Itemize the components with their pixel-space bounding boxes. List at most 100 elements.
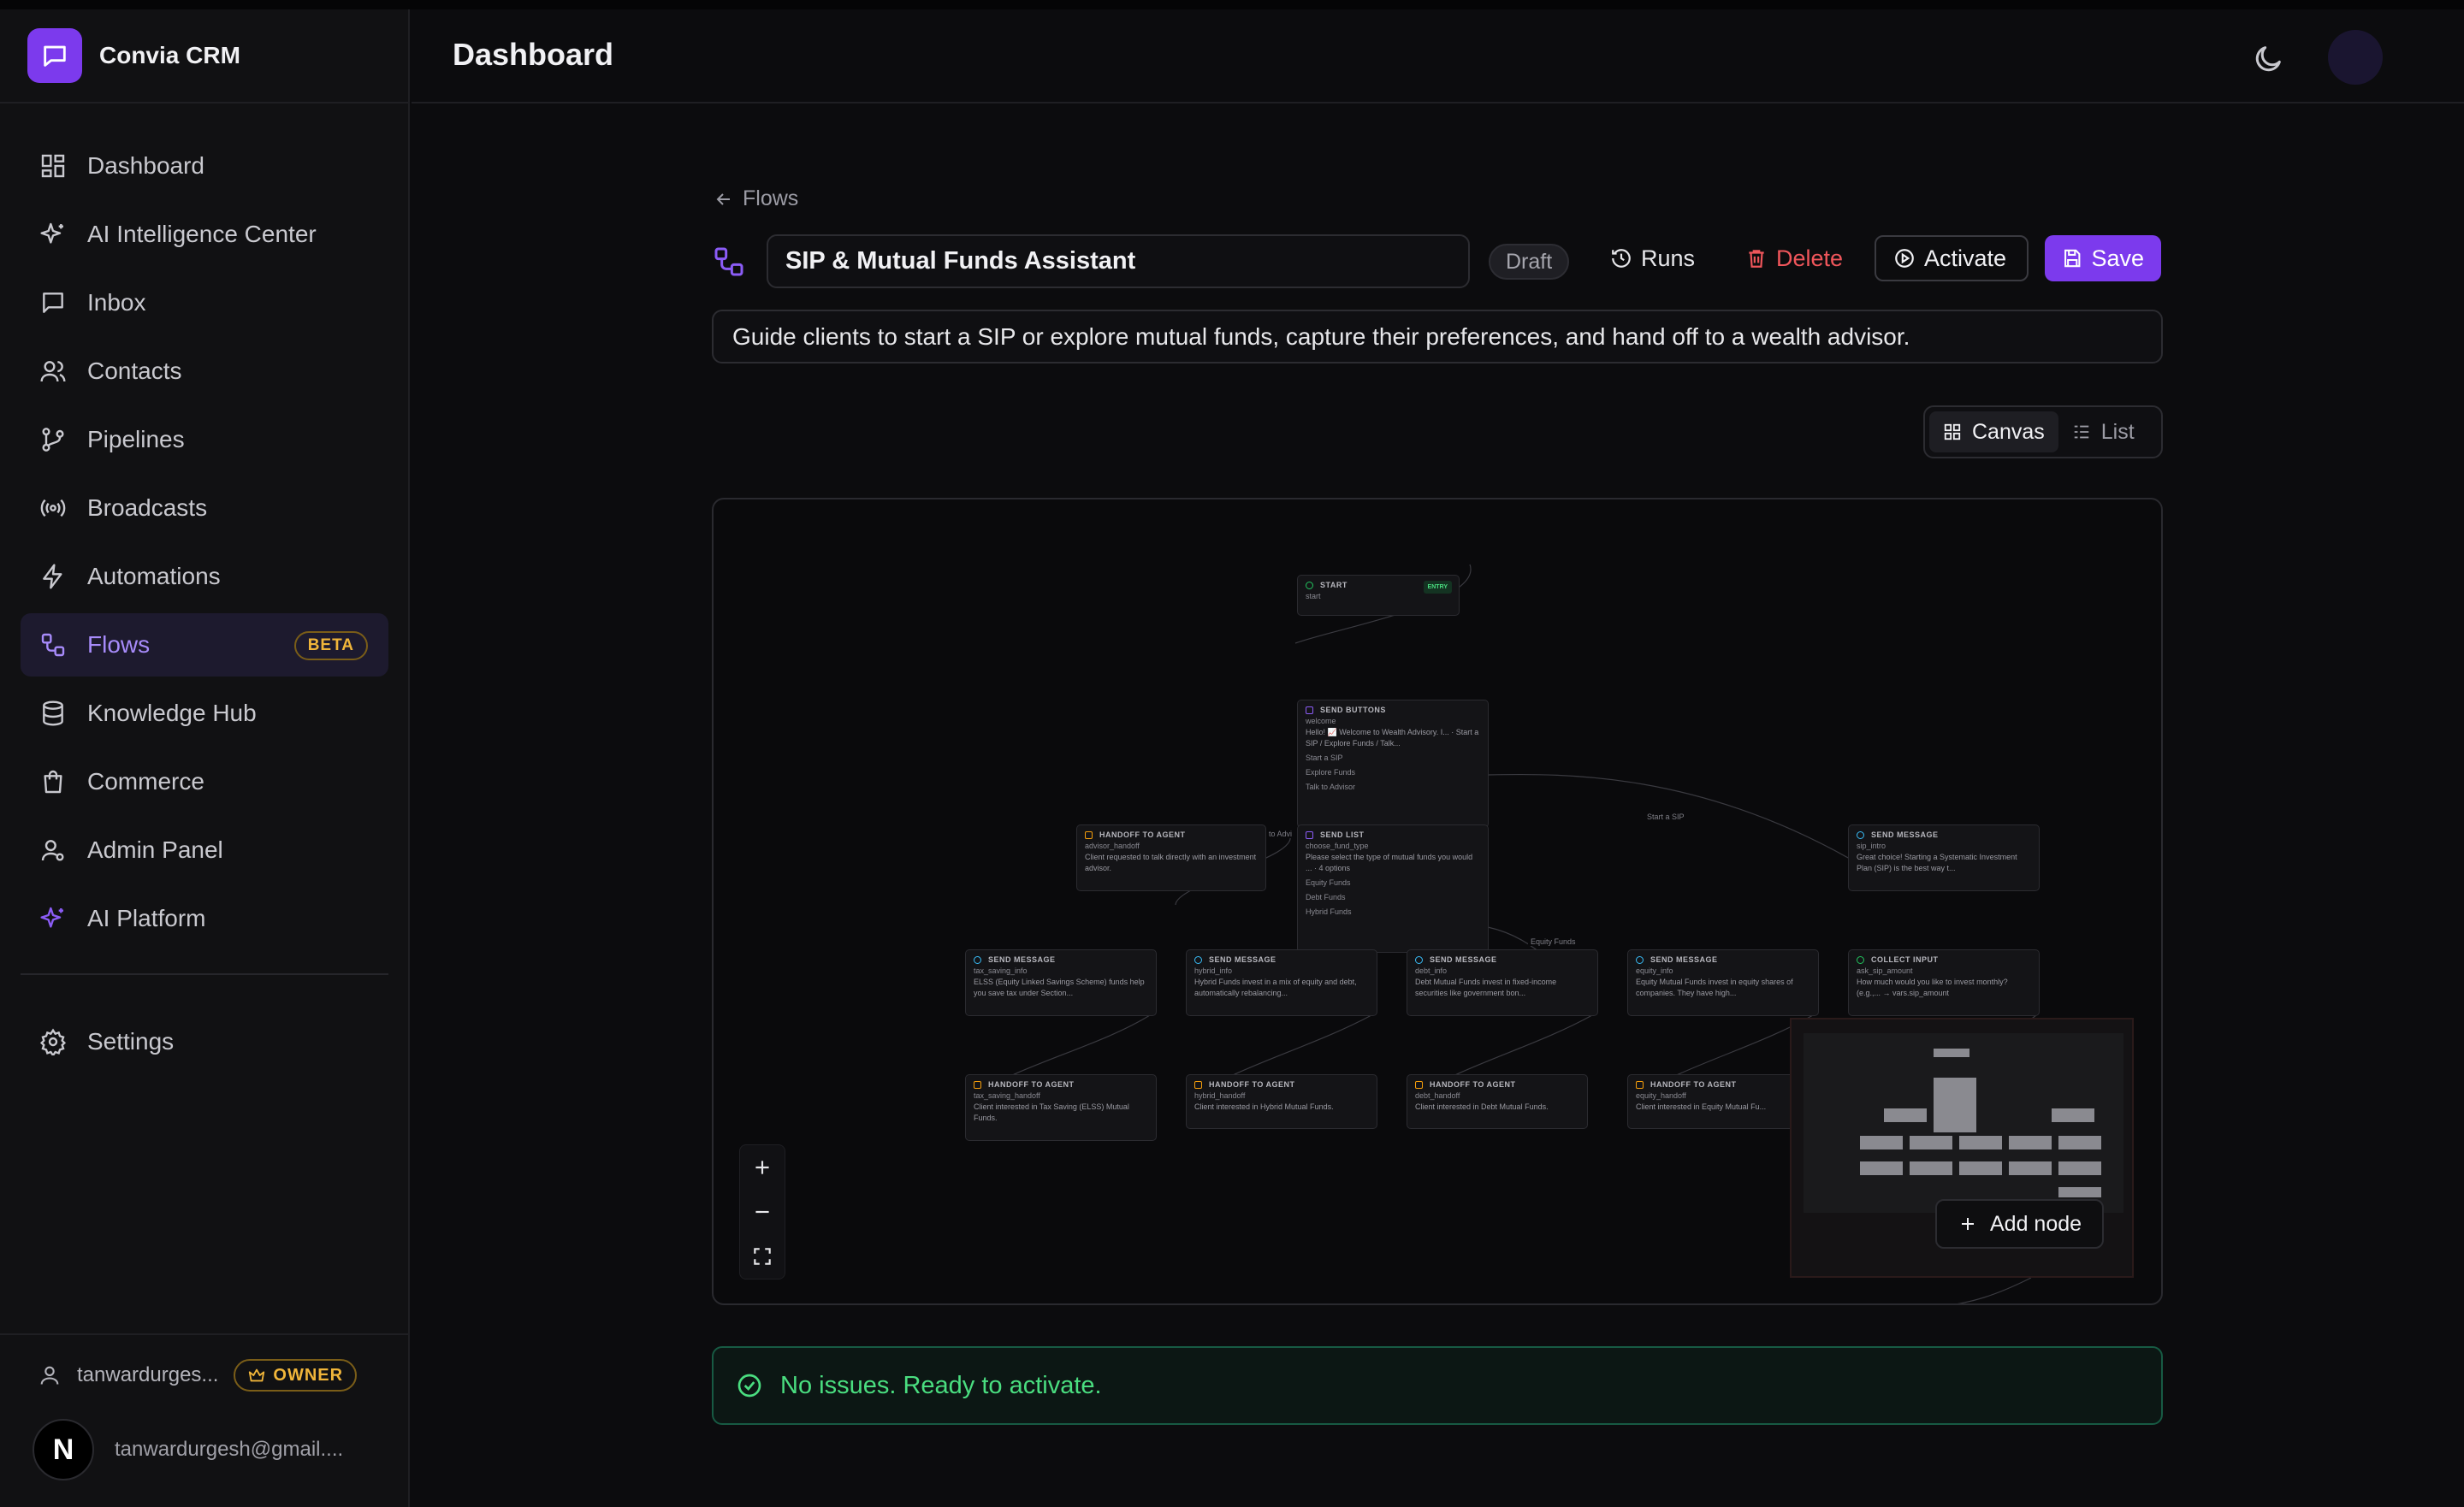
sidebar-item-ai-platform[interactable]: AI Platform (21, 887, 388, 950)
sidebar-item-label: Automations (87, 563, 221, 589)
add-node-label: Add node (1990, 1211, 2082, 1236)
delete-button[interactable]: Delete (1728, 235, 1860, 281)
node-type: SEND MESSAGE (1194, 954, 1369, 966)
chat-bubble-icon (27, 28, 82, 83)
user-info: tanwardurges... OWNER (38, 1359, 358, 1392)
zoom-out-button[interactable] (740, 1190, 785, 1234)
divider (0, 1333, 410, 1335)
git-branch-icon (42, 428, 64, 452)
top-system-strip (0, 0, 2464, 9)
flow-node-choose-fund-type[interactable]: SEND LIST choose_fund_type Please select… (1297, 824, 1489, 953)
flow-canvas[interactable]: Start a SIP Equity Funds to Advi ENTRY S… (712, 498, 2163, 1305)
node-text: How much would you like to invest monthl… (1857, 978, 2008, 997)
node-text: Client interested in Tax Saving (ELSS) M… (974, 1102, 1129, 1122)
minimap-node (1860, 1136, 1903, 1149)
canvas-view-label: Canvas (1972, 419, 2045, 444)
minimap-node (1959, 1161, 2002, 1175)
back-label: Flows (743, 186, 799, 210)
flow-node-tax-saving-info[interactable]: SEND MESSAGE tax_saving_info ELSS (Equit… (965, 949, 1157, 1016)
minimap-node (2052, 1108, 2094, 1122)
delete-label: Delete (1776, 245, 1844, 271)
flow-node-advisor-handoff[interactable]: HANDOFF TO AGENT advisor_handoff Client … (1076, 824, 1266, 891)
flow-node-start[interactable]: ENTRY START start (1297, 575, 1460, 616)
brand[interactable]: Convia CRM (27, 28, 240, 83)
node-id: debt_handoff (1415, 1091, 1460, 1100)
list-view-tab[interactable]: List (2058, 411, 2148, 452)
activate-button[interactable]: Activate (1875, 235, 2029, 281)
role-badge: OWNER (234, 1359, 358, 1392)
sidebar-item-label: Knowledge Hub (87, 700, 257, 726)
sidebar-item-admin-panel[interactable]: Admin Panel (21, 819, 388, 882)
message-icon (43, 293, 63, 313)
flow-node-debt-info[interactable]: SEND MESSAGE debt_info Debt Mutual Funds… (1407, 949, 1598, 1016)
account-menu[interactable]: N tanwardurgesh@gmail.... (33, 1419, 343, 1480)
sidebar-item-commerce[interactable]: Commerce (21, 750, 388, 813)
sidebar-item-pipelines[interactable]: Pipelines (21, 408, 388, 471)
node-id: debt_info (1415, 966, 1448, 975)
expand-icon (754, 1248, 771, 1265)
sidebar-item-automations[interactable]: Automations (21, 545, 388, 608)
sidebar-item-settings[interactable]: Settings (21, 1010, 388, 1073)
minimap-node (1934, 1049, 1969, 1057)
node-type: SEND MESSAGE (1636, 954, 1810, 966)
flow-node-debt-handoff[interactable]: HANDOFF TO AGENT debt_handoff Client int… (1407, 1074, 1588, 1129)
flow-description-input[interactable] (712, 310, 2163, 363)
sidebar-item-dashboard[interactable]: Dashboard (21, 134, 388, 198)
beta-badge: BETA (293, 631, 368, 660)
minimap-node (1860, 1161, 1903, 1175)
plus-icon (755, 1161, 769, 1174)
edge-label: Start a SIP (1644, 813, 1687, 821)
workflow-icon (41, 633, 65, 657)
sidebar-item-inbox[interactable]: Inbox (21, 271, 388, 334)
add-node-button[interactable]: Add node (1935, 1199, 2105, 1249)
canvas-view-tab[interactable]: Canvas (1929, 411, 2058, 452)
page-title: Dashboard (453, 37, 614, 72)
sidebar-item-label: Admin Panel (87, 836, 223, 863)
node-type: SEND BUTTONS (1306, 705, 1480, 716)
node-id: tax_saving_handoff (974, 1091, 1040, 1100)
flow-node-ask-sip-amount[interactable]: COLLECT INPUT ask_sip_amount How much wo… (1848, 949, 2040, 1016)
minimap-node (1910, 1136, 1952, 1149)
flow-node-equity-info[interactable]: SEND MESSAGE equity_info Equity Mutual F… (1627, 949, 1819, 1016)
history-icon (1612, 249, 1631, 268)
sidebar-settings: Settings (21, 1010, 388, 1079)
sidebar-item-broadcasts[interactable]: Broadcasts (21, 476, 388, 540)
node-option: Explore Funds (1306, 768, 1356, 777)
flow-node-welcome[interactable]: SEND BUTTONS welcome Hello! 📈 Welcome to… (1297, 700, 1489, 828)
node-text: Please select the type of mutual funds y… (1306, 853, 1473, 872)
check-circle-icon (737, 1374, 761, 1398)
flow-node-hybrid-info[interactable]: SEND MESSAGE hybrid_info Hybrid Funds in… (1186, 949, 1377, 1016)
sidebar-item-ai-intelligence-center[interactable]: AI Intelligence Center (21, 203, 388, 266)
save-icon (2064, 249, 2081, 268)
back-to-flows-link[interactable]: Flows (714, 186, 798, 211)
node-id: ask_sip_amount (1857, 966, 1913, 975)
save-button[interactable]: Save (2045, 235, 2161, 281)
header-avatar[interactable] (2328, 30, 2383, 85)
sidebar-item-knowledge-hub[interactable]: Knowledge Hub (21, 682, 388, 745)
node-type: HANDOFF TO AGENT (1415, 1079, 1579, 1090)
sidebar-item-label: Broadcasts (87, 494, 208, 521)
theme-toggle-button[interactable] (2251, 42, 2285, 76)
zoom-in-button[interactable] (740, 1145, 785, 1190)
flow-node-sip-intro[interactable]: SEND MESSAGE sip_intro Great choice! Sta… (1848, 824, 2040, 891)
sidebar-item-flows[interactable]: Flows BETA (21, 613, 388, 677)
flow-node-tax-saving-handoff[interactable]: HANDOFF TO AGENT tax_saving_handoff Clie… (965, 1074, 1157, 1141)
node-id: advisor_handoff (1085, 842, 1140, 850)
flow-name-input[interactable] (767, 234, 1470, 288)
play-circle-icon (1895, 249, 1914, 268)
sparkles-icon (40, 907, 63, 928)
sidebar-item-label: Inbox (87, 289, 146, 316)
node-text: Hybrid Funds invest in a mix of equity a… (1194, 978, 1357, 997)
zoom-controls (739, 1144, 785, 1279)
node-type: HANDOFF TO AGENT (1636, 1079, 1800, 1090)
grid-icon (1944, 423, 1961, 440)
fit-view-button[interactable] (740, 1234, 785, 1279)
minus-icon (755, 1210, 769, 1214)
flow-node-equity-handoff[interactable]: HANDOFF TO AGENT equity_handoff Client i… (1627, 1074, 1809, 1129)
flow-node-hybrid-handoff[interactable]: HANDOFF TO AGENT hybrid_handoff Client i… (1186, 1074, 1377, 1129)
runs-button[interactable]: Runs (1593, 235, 1712, 281)
sidebar-item-label: Flows (87, 631, 151, 658)
dashboard-icon (41, 154, 65, 178)
sidebar-item-contacts[interactable]: Contacts (21, 340, 388, 403)
sidebar: Convia CRM Dashboard AI Intelligence Cen… (0, 9, 410, 1507)
